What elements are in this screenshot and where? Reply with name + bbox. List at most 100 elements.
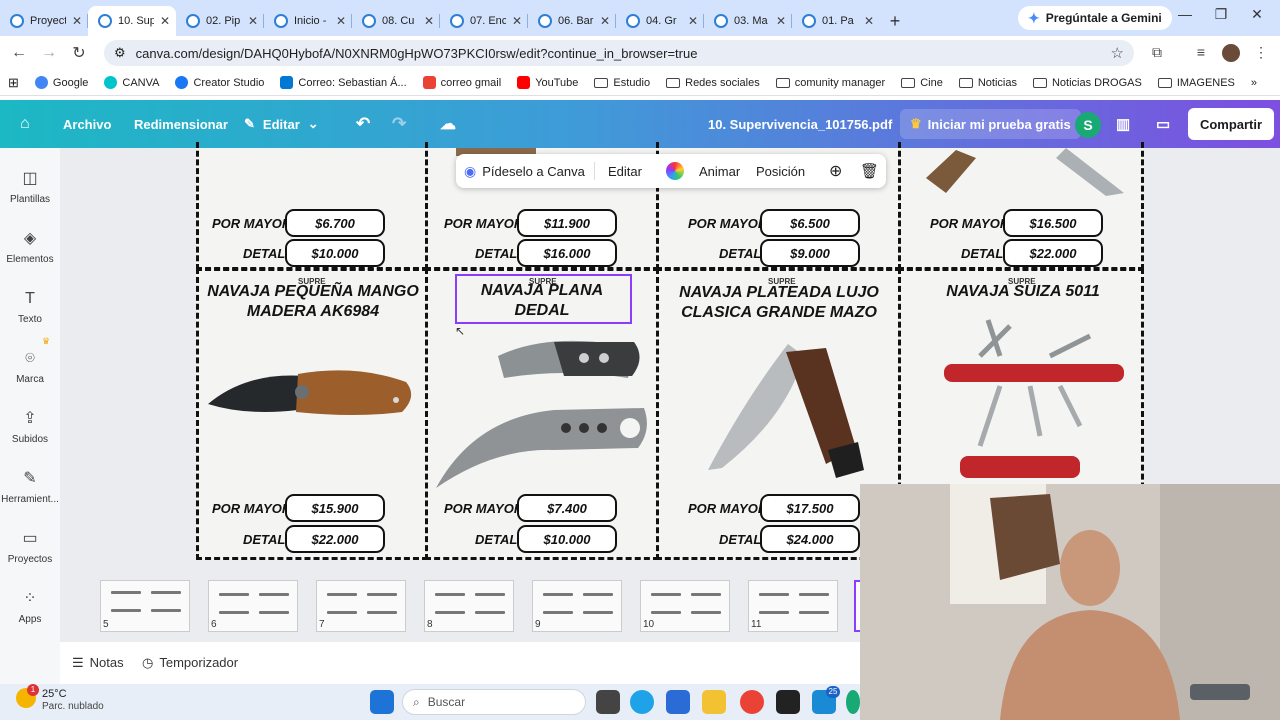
page-thumbnail[interactable]: 8 [424, 580, 514, 632]
browser-tab[interactable]: 03. Ma ✕ [704, 6, 792, 36]
taskbar-search[interactable]: ⌕ Buscar [402, 689, 586, 715]
sidebar-item-texto[interactable]: T Texto [0, 290, 60, 325]
wholesale-price[interactable]: $6.500 [760, 209, 860, 237]
wholesale-price[interactable]: $15.900 [285, 494, 385, 522]
bookmark-gmail[interactable]: correo gmail [415, 76, 510, 89]
wholesale-price[interactable]: $17.500 [760, 494, 860, 522]
redo-icon[interactable]: ↷ [392, 100, 406, 148]
sidebar-item-marca[interactable]: ⌾ Marca [0, 350, 60, 385]
temperature-text[interactable]: 25°C [42, 688, 67, 700]
extensions-icon[interactable]: ⧉ [1146, 44, 1168, 62]
app-icon[interactable] [776, 690, 800, 714]
site-info-icon[interactable]: ⚙ [114, 45, 126, 61]
bookmark-folder[interactable]: Estudio [586, 77, 658, 89]
bookmark-creator-studio[interactable]: Creator Studio [167, 76, 272, 89]
browser-tab[interactable]: 01. Pa ✕ [792, 6, 880, 36]
user-avatar[interactable]: S [1075, 112, 1101, 138]
url-text[interactable]: canva.com/design/DAHQ0HybofA/N0XNRM0gHpW… [136, 46, 698, 61]
browser-tab-active[interactable]: 10. Sup ✕ [88, 6, 176, 36]
close-tab-icon[interactable]: ✕ [248, 14, 258, 28]
menu-archivo[interactable]: Archivo [63, 100, 111, 148]
browser-tab[interactable]: 06. Bar ✕ [528, 6, 616, 36]
minimize-icon[interactable]: — [1170, 6, 1200, 22]
ask-canva-button[interactable]: ◉ Pídeselo a Canva [464, 154, 585, 188]
home-icon[interactable]: ⌂ [20, 100, 30, 148]
close-tab-icon[interactable]: ✕ [776, 14, 786, 28]
close-tab-icon[interactable]: ✕ [688, 14, 698, 28]
restore-icon[interactable]: ❐ [1206, 6, 1236, 23]
back-arrow-icon[interactable]: ← [4, 44, 34, 62]
knife-image[interactable] [206, 366, 416, 430]
share-button[interactable]: Compartir [1188, 108, 1274, 140]
page-thumbnail[interactable]: 7 [316, 580, 406, 632]
sidebar-item-herramientas[interactable]: ✎ Herramient... [0, 470, 60, 505]
page-thumbnail[interactable]: 10 [640, 580, 730, 632]
knife-image[interactable] [706, 338, 866, 486]
bookmark-folder[interactable]: Noticias DROGAS [1025, 77, 1150, 89]
browser-tab[interactable]: Proyect ✕ [0, 6, 88, 36]
close-tab-icon[interactable]: ✕ [512, 14, 522, 28]
trial-button[interactable]: ♛ Iniciar mi prueba gratis [900, 109, 1081, 139]
product-title[interactable]: NAVAJA PLATEADA LUJO CLASICA GRANDE MAZO [672, 283, 886, 323]
page-thumbnail[interactable]: 9 [532, 580, 622, 632]
retail-price[interactable]: $24.000 [760, 525, 860, 553]
chrome-icon[interactable] [740, 690, 764, 714]
profile-avatar[interactable] [1222, 44, 1240, 62]
bookmark-correo[interactable]: Correo: Sebastian Á... [272, 76, 414, 89]
app-icon[interactable] [846, 690, 860, 714]
sidebar-item-apps[interactable]: ⁘ Apps [0, 590, 60, 625]
page-thumbnail[interactable]: 5 [100, 580, 190, 632]
product-title[interactable]: NAVAJA PEQUEÑA MANGO MADERA AK6984 [204, 282, 422, 322]
close-tab-icon[interactable]: ✕ [424, 14, 434, 28]
analytics-icon[interactable]: ▥ [1116, 100, 1130, 148]
retail-price[interactable]: $10.000 [285, 239, 385, 267]
bookmark-folder[interactable]: IMAGENES [1150, 77, 1243, 89]
notes-button[interactable]: ☰ Notas [72, 655, 124, 671]
wholesale-price[interactable]: $11.900 [517, 209, 617, 237]
menu-editar[interactable]: ✎ Editar ⌄ [244, 100, 319, 148]
timer-button[interactable]: ◷ Temporizador [142, 655, 238, 671]
close-tab-icon[interactable]: ✕ [160, 14, 170, 28]
sidebar-item-subidos[interactable]: ⇪ Subidos [0, 410, 60, 445]
bookmark-folder[interactable]: Redes sociales [658, 77, 768, 89]
page-thumbnail[interactable]: 11 [748, 580, 838, 632]
edit-button[interactable]: Editar [608, 154, 642, 188]
retail-price[interactable]: $22.000 [1003, 239, 1103, 267]
add-comment-icon[interactable]: ⊕ [829, 154, 842, 188]
sidebar-item-proyectos[interactable]: ▭ Proyectos [0, 530, 60, 565]
browser-tab[interactable]: 02. Pip ✕ [176, 6, 264, 36]
reload-icon[interactable]: ↻ [64, 43, 94, 63]
wholesale-price[interactable]: $7.400 [517, 494, 617, 522]
bookmark-star-icon[interactable]: ☆ [1111, 44, 1124, 62]
close-tab-icon[interactable]: ✕ [336, 14, 346, 28]
browser-tab[interactable]: 04. Gr ✕ [616, 6, 704, 36]
animate-button[interactable]: Animar [699, 154, 740, 188]
menu-redimensionar[interactable]: Redimensionar [134, 100, 228, 148]
close-tab-icon[interactable]: ✕ [72, 14, 82, 28]
bookmark-youtube[interactable]: YouTube [509, 76, 586, 89]
color-wheel-icon[interactable] [666, 154, 684, 188]
document-title[interactable]: 10. Supervivencia_101756.pdf [708, 100, 892, 148]
weather-text[interactable]: Parc. nublado [42, 701, 104, 712]
undo-icon[interactable]: ↶ [356, 100, 370, 148]
task-view-icon[interactable] [596, 690, 620, 714]
address-bar[interactable]: ⚙ canva.com/design/DAHQ0HybofA/N0XNRM0gH… [104, 40, 1134, 66]
bookmark-folder[interactable]: Noticias [951, 77, 1025, 89]
browser-tab[interactable]: 07. Enc ✕ [440, 6, 528, 36]
browser-menu-icon[interactable]: ⋮ [1250, 44, 1272, 62]
comments-icon[interactable]: ▭ [1156, 100, 1170, 148]
close-window-icon[interactable]: ✕ [1242, 6, 1272, 23]
retail-price[interactable]: $16.000 [517, 239, 617, 267]
apps-grid-icon[interactable]: ⊞ [0, 75, 27, 91]
new-tab-button[interactable]: + [880, 6, 910, 36]
wholesale-price[interactable]: $16.500 [1003, 209, 1103, 237]
edge-icon[interactable] [630, 690, 654, 714]
product-title[interactable]: NAVAJA SUIZA 5011 [916, 282, 1130, 302]
trash-icon[interactable]: 🗑 [860, 154, 879, 188]
retail-price[interactable]: $9.000 [760, 239, 860, 267]
bookmark-folder[interactable]: comunity manager [768, 77, 894, 89]
knife-image[interactable] [434, 338, 650, 490]
bookmark-google[interactable]: Google [27, 76, 96, 89]
reading-list-icon[interactable]: ≡ [1190, 44, 1212, 62]
bookmark-canva[interactable]: CANVA [96, 76, 167, 89]
